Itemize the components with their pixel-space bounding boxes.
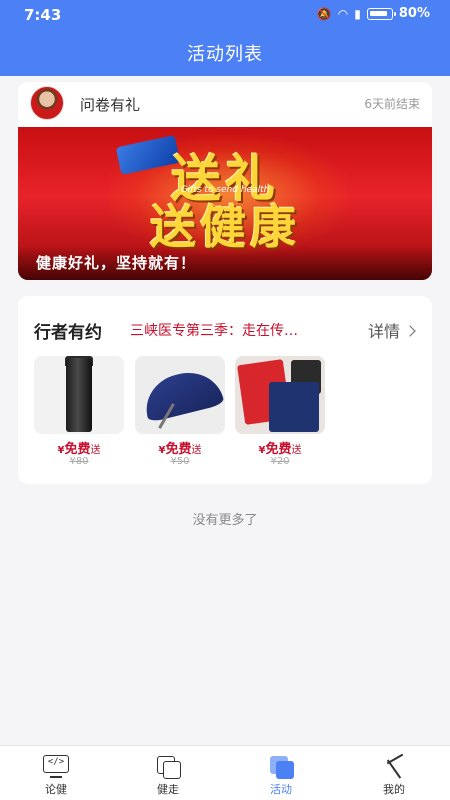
header-bar: 7:43 🔕 ◠ ▮ 80% 活动列表 bbox=[0, 0, 450, 76]
no-more-text: 没有更多了 bbox=[192, 513, 258, 528]
banner-caption: 健康好礼，坚持就有！ bbox=[18, 246, 432, 280]
chevron-right-icon bbox=[404, 325, 416, 337]
tab-huodong[interactable]: 活动 bbox=[225, 746, 337, 800]
tab-label: 论健 bbox=[45, 783, 67, 796]
thermos-cup-image bbox=[34, 356, 124, 434]
tab-label: 健走 bbox=[157, 783, 179, 796]
banner-caption-text: 健康好礼，坚持就有！ bbox=[36, 254, 197, 272]
activity-card-survey[interactable]: 问卷有礼 6天前结束 送礼 Gifts to send health 送健康 健… bbox=[18, 82, 432, 280]
wifi-icon: ◠ bbox=[337, 6, 349, 21]
tab-lunjian[interactable]: </> 论健 bbox=[0, 746, 112, 800]
activity-card-header: 问卷有礼 6天前结束 bbox=[18, 82, 432, 122]
status-icons: 🔕 ◠ ▮ 80% bbox=[317, 6, 430, 21]
product-item[interactable]: ¥免费送 ¥80 bbox=[34, 356, 124, 474]
umbrella-image bbox=[135, 356, 225, 434]
activity-title: 行者有约 bbox=[34, 323, 102, 343]
product-price: ¥免费送 bbox=[57, 442, 101, 457]
activity-subtitle: 三峡医专第三季：走在传… bbox=[130, 323, 298, 339]
mute-icon: 🔕 bbox=[316, 6, 332, 21]
product-item[interactable]: ¥免费送 ¥50 bbox=[135, 356, 225, 474]
status-bar: 7:43 🔕 ◠ ▮ 80% bbox=[0, 0, 450, 32]
activity-card-walk[interactable]: 行者有约 三峡医专第三季：走在传… 详情 ¥免费送 ¥80 ¥免费送 ¥50 ¥… bbox=[18, 296, 432, 484]
avatar bbox=[30, 86, 64, 120]
product-price: ¥免费送 bbox=[158, 442, 202, 457]
tab-jianzou[interactable]: 健走 bbox=[112, 746, 224, 800]
detail-link[interactable]: 详情 bbox=[367, 318, 416, 342]
tool-icon bbox=[380, 753, 408, 779]
tab-label: 我的 bbox=[383, 783, 405, 796]
squares-filled-icon bbox=[267, 754, 295, 779]
product-original-price: ¥50 bbox=[170, 456, 190, 467]
battery-icon bbox=[366, 7, 396, 20]
monitor-code-icon: </> bbox=[42, 754, 70, 778]
signal-icon: ▮ bbox=[354, 6, 361, 21]
activity-title: 问卷有礼 bbox=[80, 96, 141, 114]
notebook-image bbox=[235, 356, 325, 434]
detail-label: 详情 bbox=[367, 322, 400, 341]
activity-end-time: 6天前结束 bbox=[364, 97, 420, 111]
product-original-price: ¥80 bbox=[69, 456, 89, 467]
status-time: 7:43 bbox=[24, 6, 62, 24]
squares-icon bbox=[154, 754, 182, 779]
tab-wode[interactable]: 我的 bbox=[338, 746, 450, 800]
activity-banner-image[interactable]: 送礼 Gifts to send health 送健康 健康好礼，坚持就有！ bbox=[18, 127, 432, 280]
battery-percent: 80% bbox=[398, 6, 430, 21]
product-original-price: ¥20 bbox=[270, 456, 290, 467]
tab-label: 活动 bbox=[270, 783, 292, 796]
product-item[interactable]: ¥免费送 ¥20 bbox=[235, 356, 325, 474]
page-title: 活动列表 bbox=[187, 44, 263, 65]
bottom-tab-bar: </> 论健 健走 活动 我的 bbox=[0, 745, 450, 800]
product-price: ¥免费送 bbox=[258, 442, 302, 457]
